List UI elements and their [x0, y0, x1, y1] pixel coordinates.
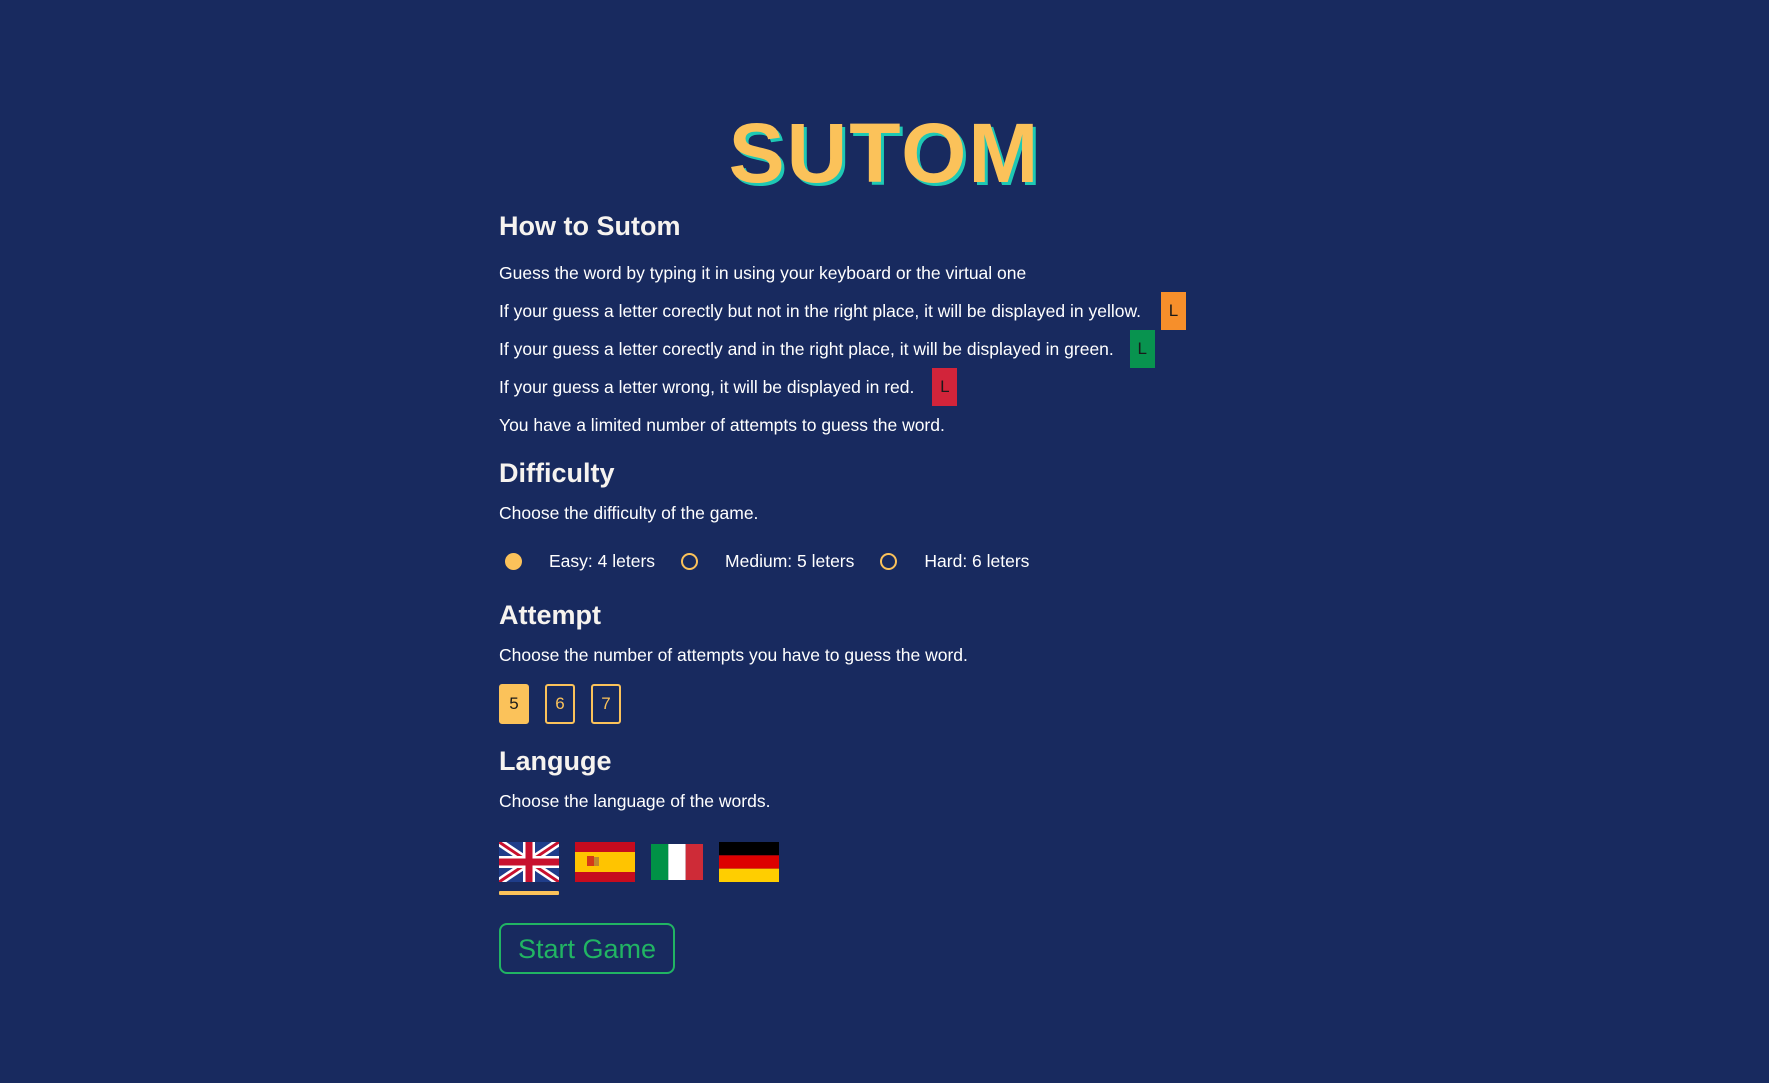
selected-language-indicator — [499, 891, 559, 895]
attempt-description: Choose the number of attempts you have t… — [499, 645, 968, 665]
difficulty-options: Easy: 4 leters Medium: 5 leters Hard: 6 … — [499, 542, 1399, 580]
yellow-letter-tile: L — [1161, 292, 1186, 330]
attempt-options: 5 6 7 — [499, 684, 1399, 724]
difficulty-label-easy[interactable]: Easy: 4 leters — [549, 551, 655, 572]
difficulty-heading: Difficulty — [499, 458, 615, 488]
difficulty-description: Choose the difficulty of the game. — [499, 503, 759, 523]
difficulty-radio-easy[interactable] — [505, 552, 522, 570]
red-letter-tile: L — [932, 368, 958, 406]
germany-flag-icon[interactable] — [719, 842, 779, 882]
rule-line-2: If your guess a letter corectly but not … — [499, 292, 1399, 330]
start-screen: SUTOM How to Sutom Guess the word by typ… — [0, 0, 1769, 1083]
rule-text-2: If your guess a letter corectly but not … — [499, 301, 1141, 321]
language-heading: Languge — [499, 746, 612, 776]
rule-text-3: If your guess a letter corectly and in t… — [499, 339, 1114, 359]
rule-text-5: You have a limited number of attempts to… — [499, 415, 945, 435]
rule-line-5: You have a limited number of attempts to… — [499, 406, 1399, 444]
rule-line-3: If your guess a letter corectly and in t… — [499, 330, 1399, 368]
language-option-italy[interactable] — [651, 842, 703, 880]
language-options — [499, 842, 1399, 898]
green-letter-tile: L — [1129, 330, 1155, 368]
difficulty-radio-medium[interactable] — [681, 552, 699, 570]
rule-line-4: If your guess a letter wrong, it will be… — [499, 368, 1399, 406]
rule-text-1: Guess the word by typing it in using you… — [499, 263, 1027, 283]
rule-line-1: Guess the word by typing it in using you… — [499, 254, 1399, 292]
attempt-heading: Attempt — [499, 600, 601, 630]
attempt-option-7[interactable]: 7 — [591, 684, 621, 724]
language-description: Choose the language of the words. — [499, 791, 771, 811]
difficulty-label-hard[interactable]: Hard: 6 leters — [924, 551, 1029, 572]
attempt-option-6[interactable]: 6 — [545, 684, 575, 724]
how-to-heading: How to Sutom — [499, 211, 681, 241]
rule-text-4: If your guess a letter wrong, it will be… — [499, 377, 915, 397]
language-option-uk[interactable] — [499, 842, 559, 895]
language-option-germany[interactable] — [719, 842, 779, 882]
start-game-button[interactable]: Start Game — [499, 923, 676, 974]
difficulty-radio-hard[interactable] — [880, 552, 898, 570]
settings-panel: How to Sutom Guess the word by typing it… — [499, 205, 1399, 974]
uk-flag-icon[interactable] — [499, 842, 559, 882]
language-option-spain[interactable] — [575, 842, 635, 882]
spain-flag-icon[interactable] — [575, 842, 635, 882]
game-title: SUTOM — [728, 106, 1041, 200]
attempt-option-5[interactable]: 5 — [499, 684, 529, 724]
difficulty-label-medium[interactable]: Medium: 5 leters — [725, 551, 854, 572]
italy-flag-icon[interactable] — [651, 844, 703, 880]
